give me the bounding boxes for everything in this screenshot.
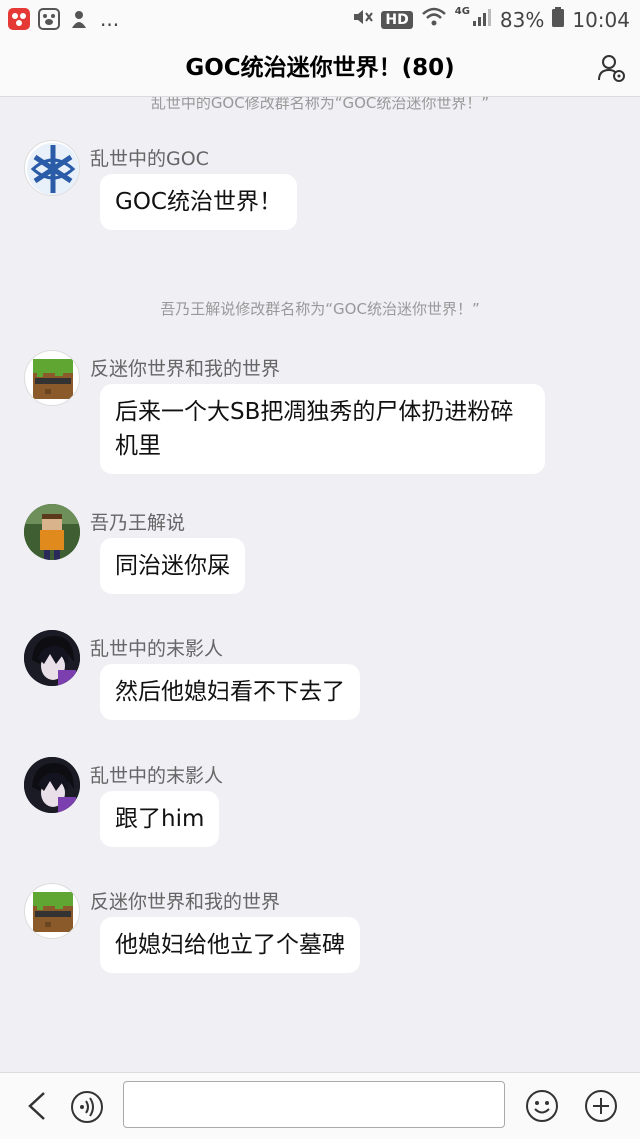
message-bubble[interactable]: 跟了him xyxy=(100,791,220,847)
message: 吾乃王解说 同治迷你屎 xyxy=(24,504,640,604)
hd-badge: HD xyxy=(381,10,413,29)
message: 乱世中的末影人 然后他媳妇看不下去了 xyxy=(24,630,640,730)
avatar[interactable] xyxy=(24,630,80,686)
chat-area[interactable]: 乱世中的GOC修改群名称为“GOC统治迷你世界！” 乱世中的GOC GOC统治世… xyxy=(0,97,640,1072)
network-logo-icon xyxy=(27,143,79,195)
input-bar xyxy=(0,1072,640,1139)
system-indicators: HD 4G 83% 10:04 xyxy=(351,6,630,33)
status-bar: ... HD 4G 83% 10:04 xyxy=(0,0,640,40)
battery-level: 83% xyxy=(499,7,545,32)
message-bubble[interactable]: GOC统治世界！ xyxy=(100,174,297,230)
message: 乱世中的GOC GOC统治世界！ xyxy=(24,140,640,240)
clock: 10:04 xyxy=(572,7,630,32)
message-bubble[interactable]: 同治迷你屎 xyxy=(100,538,245,594)
person-gear-icon xyxy=(598,55,625,82)
sender-name: 乱世中的末影人 xyxy=(90,638,224,660)
sender-name: 反迷你世界和我的世界 xyxy=(90,891,281,913)
minecraft-block-icon xyxy=(33,359,73,399)
sender-name: 乱世中的末影人 xyxy=(90,765,224,787)
smiley-icon xyxy=(526,1090,558,1122)
message-bubble[interactable]: 然后他媳妇看不下去了 xyxy=(100,664,360,720)
sender-name: 吾乃王解说 xyxy=(90,512,186,534)
more-notifications: ... xyxy=(100,7,120,31)
group-title: GOC统治迷你世界！(80) xyxy=(185,55,455,81)
minecraft-block-icon xyxy=(33,892,73,932)
avatar[interactable] xyxy=(24,350,80,406)
avatar[interactable] xyxy=(24,883,80,939)
message-bubble[interactable]: 后来一个大SB把凋独秀的尸体扔进粉碎机里 xyxy=(100,384,545,474)
message: 乱世中的末影人 跟了him xyxy=(24,757,640,857)
more-button[interactable] xyxy=(584,1089,618,1123)
sender-name: 反迷你世界和我的世界 xyxy=(90,358,281,380)
message: 反迷你世界和我的世界 后来一个大SB把凋独秀的尸体扔进粉碎机里 xyxy=(24,350,640,474)
network-type: 4G xyxy=(454,6,470,17)
avatar[interactable] xyxy=(24,504,80,560)
mascot-icon xyxy=(68,8,90,30)
message-bubble[interactable]: 他媳妇给他立了个墓碑 xyxy=(100,917,360,973)
anime-avatar-icon xyxy=(24,757,80,813)
plus-icon xyxy=(585,1090,617,1122)
avatar[interactable] xyxy=(24,757,80,813)
wifi-icon xyxy=(421,6,447,33)
minecraft-character-icon xyxy=(24,504,80,560)
message-input[interactable] xyxy=(123,1081,505,1128)
chevron-left-icon xyxy=(28,1092,45,1120)
battery-icon xyxy=(552,6,565,33)
anime-avatar-icon xyxy=(24,630,80,686)
chat-header: GOC统治迷你世界！(80) xyxy=(0,40,640,97)
notification-icons: ... xyxy=(8,8,119,30)
sender-name: 乱世中的GOC xyxy=(90,148,209,170)
system-notice: 乱世中的GOC修改群名称为“GOC统治迷你世界！” xyxy=(150,97,490,112)
avatar[interactable] xyxy=(24,140,80,196)
voice-icon xyxy=(71,1091,103,1123)
baidu-icon xyxy=(38,8,60,30)
emoji-button[interactable] xyxy=(525,1089,559,1123)
system-notice: 吾乃王解说修改群名称为“GOC统治迷你世界！” xyxy=(160,300,480,318)
signal-icon xyxy=(472,6,492,33)
mute-icon xyxy=(351,6,374,33)
message: 反迷你世界和我的世界 他媳妇给他立了个墓碑 xyxy=(24,883,640,983)
back-button[interactable] xyxy=(24,1090,52,1122)
app-notification-icon xyxy=(8,8,30,30)
group-settings-button[interactable] xyxy=(596,52,628,84)
voice-button[interactable] xyxy=(70,1090,104,1124)
